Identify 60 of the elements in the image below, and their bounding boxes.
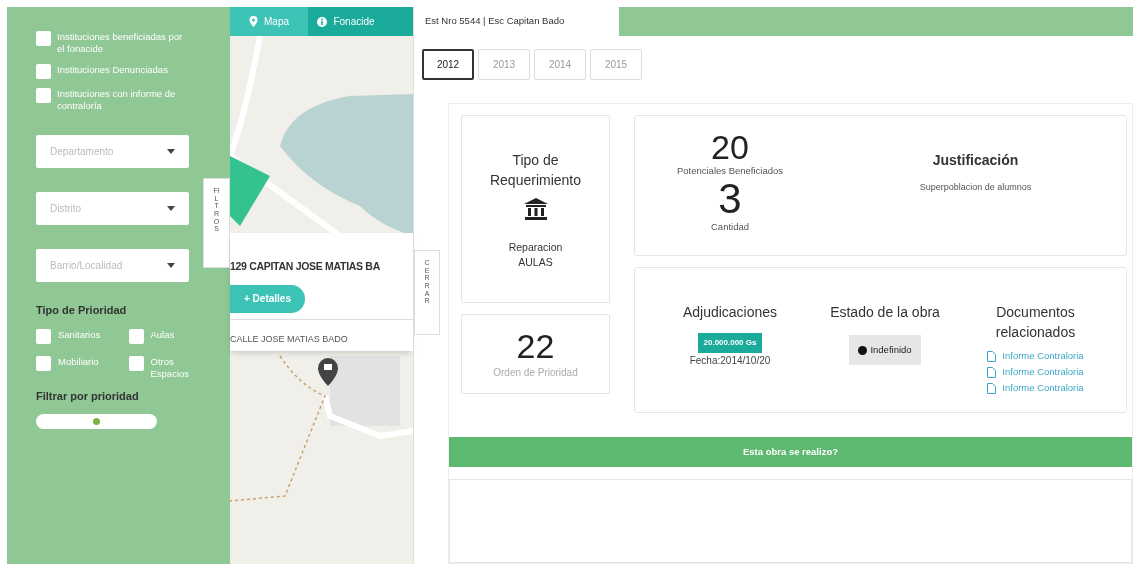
checkbox[interactable] xyxy=(128,355,144,371)
year-tab[interactable]: 2012 xyxy=(422,49,474,80)
checkbox-label: Sanitarios xyxy=(58,328,102,341)
details-button[interactable]: + Detalles xyxy=(230,284,305,313)
document-link[interactable]: Informe Contraloria xyxy=(987,348,1084,364)
quantity-number: 3 xyxy=(718,178,742,221)
priority-number: 22 xyxy=(516,327,555,365)
checkbox[interactable] xyxy=(36,88,51,103)
checkbox-label: Instituciones con informe de contraloría xyxy=(57,88,177,112)
priority-slider[interactable] xyxy=(36,414,157,429)
map-marker xyxy=(318,358,338,386)
info-icon xyxy=(317,16,328,27)
quantity-label: Cantidad xyxy=(711,220,749,235)
checkbox-label: Otros Espacios xyxy=(150,355,191,380)
checkbox-label: Aulas xyxy=(150,328,176,341)
building-icon xyxy=(523,198,548,220)
amount-badge: 20.000.000 Gs xyxy=(697,333,763,353)
justification-title: Justificación xyxy=(932,151,1019,170)
slider-thumb[interactable] xyxy=(93,418,100,425)
status-title: Estado de la obra xyxy=(830,303,940,322)
caret-icon xyxy=(167,206,175,211)
section-title: Tipo de Prioridad xyxy=(36,303,128,318)
section-title: Filtrar por prioridad xyxy=(36,388,140,404)
beneficiaries-label: Potenciales Beneficiados xyxy=(676,164,784,178)
document-icon xyxy=(987,382,997,394)
dropdown[interactable]: Barrio/Localidad xyxy=(36,249,189,282)
award-date: Fecha:2014/10/20 xyxy=(689,354,771,368)
priority-label: Orden de Prioridad xyxy=(493,366,578,380)
dropdown[interactable]: Departamento xyxy=(36,135,189,168)
document-icon xyxy=(987,350,997,362)
checkbox[interactable] xyxy=(128,328,144,344)
checkbox-label: Instituciones Denunciadas xyxy=(57,64,168,76)
dropdown[interactable]: Distrito xyxy=(36,192,189,225)
document-icon xyxy=(987,366,997,378)
documents-title: Documentos relacionados xyxy=(994,303,1077,342)
place-address: CALLE JOSE MATIAS BADO xyxy=(230,333,348,344)
caret-icon xyxy=(167,149,175,154)
place-title: 129 CAPITAN JOSE MATIAS BA xyxy=(230,259,381,274)
justification-text: Superpoblacion de alumnos xyxy=(919,181,1032,194)
pin-icon xyxy=(249,16,258,27)
checkbox[interactable] xyxy=(36,328,51,344)
year-tab[interactable]: 2013 xyxy=(478,49,530,80)
requirement-value: Reparacion AULAS xyxy=(507,240,564,270)
status-value: Indefinido xyxy=(870,342,912,357)
checkbox[interactable] xyxy=(36,31,51,46)
checkbox-label: Mobiliario xyxy=(58,355,100,368)
year-tab[interactable]: 2015 xyxy=(590,49,642,80)
card-title: Tipo de Requerimiento xyxy=(488,151,583,190)
map-tab[interactable]: Fonacide xyxy=(308,7,384,36)
question-bar[interactable]: Esta obra se realizo? xyxy=(449,437,1132,467)
year-tab[interactable]: 2014 xyxy=(534,49,586,80)
document-link[interactable]: Informe Contraloria xyxy=(987,380,1084,396)
checkbox[interactable] xyxy=(36,64,51,79)
awards-title: Adjudicaciones xyxy=(682,303,778,322)
checkbox[interactable] xyxy=(36,355,51,371)
map-tab[interactable]: Mapa xyxy=(230,7,308,36)
checkbox-label: Instituciones beneficiadas por el fonacide xyxy=(57,31,184,55)
caret-icon xyxy=(167,263,175,268)
document-link[interactable]: Informe Contraloria xyxy=(987,364,1084,380)
beneficiaries-number: 20 xyxy=(711,130,749,164)
